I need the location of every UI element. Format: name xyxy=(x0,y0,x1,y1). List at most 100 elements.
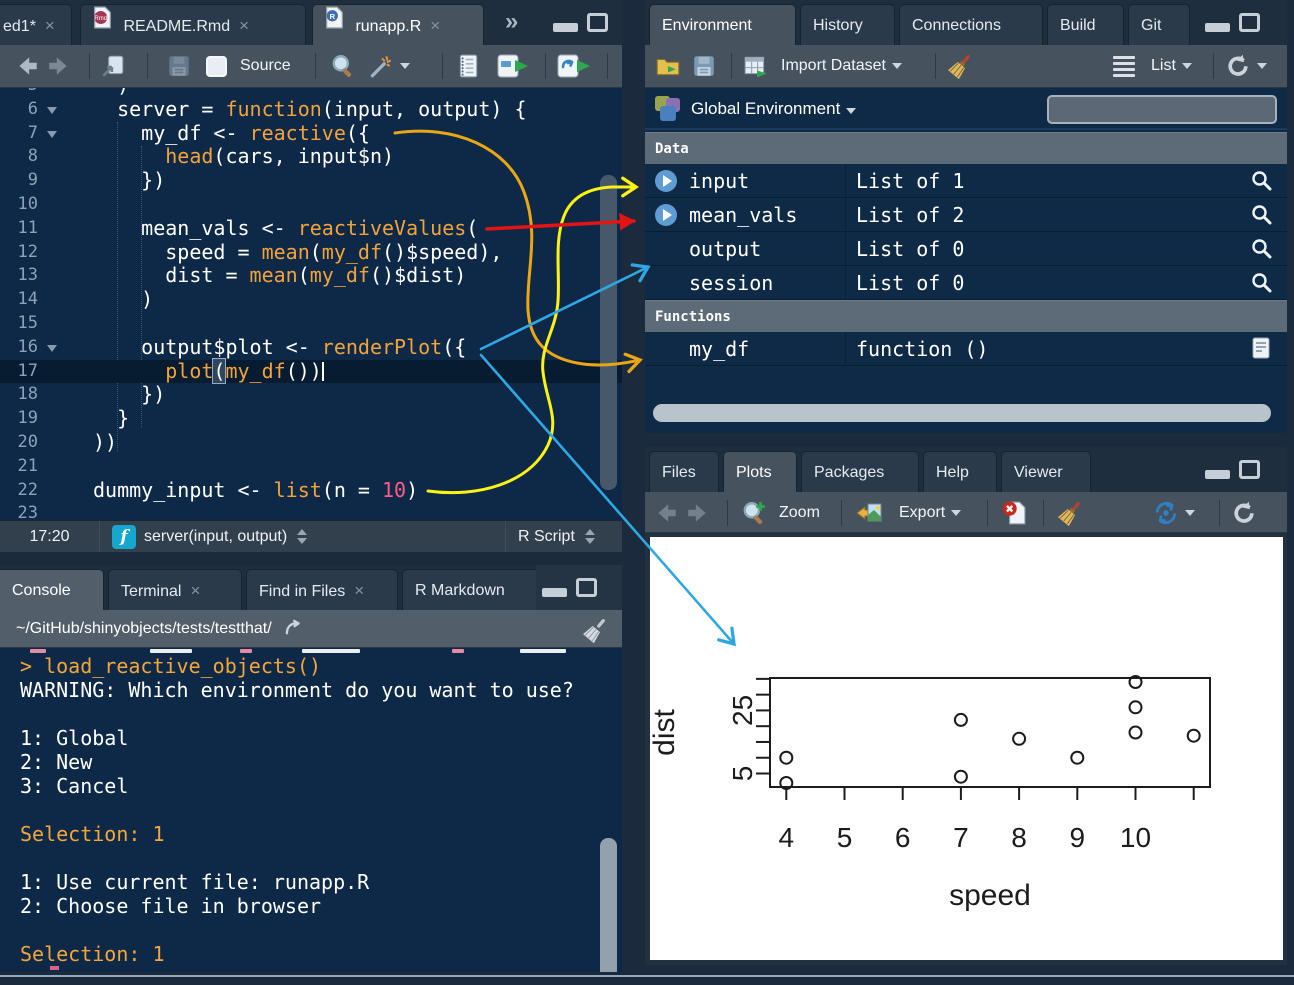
console-scrollbar[interactable] xyxy=(600,838,617,972)
publish-plot-icon[interactable] xyxy=(1153,492,1195,534)
fold-arrow-icon[interactable] xyxy=(47,131,57,143)
tab-overflow-icon[interactable]: » xyxy=(505,8,516,36)
maximize-icon[interactable] xyxy=(587,13,608,32)
zoom-button[interactable]: Zoom xyxy=(773,492,820,534)
code-line-19[interactable]: 19 } xyxy=(0,407,622,431)
clear-environment-broom-icon[interactable] xyxy=(947,45,973,87)
code-line-12[interactable]: 12 speed = mean(my_df()$speed), xyxy=(0,241,622,265)
previous-plot-button[interactable] xyxy=(653,492,679,534)
working-directory-path[interactable]: ~/GitHub/shinyobjects/tests/testthat/ xyxy=(16,620,272,637)
maximize-icon[interactable] xyxy=(1239,460,1260,479)
list-view-icon[interactable] xyxy=(1113,45,1135,87)
tab-help[interactable]: Help xyxy=(923,451,997,492)
tab-ed1[interactable]: ed1*× xyxy=(0,4,72,45)
fold-arrow-icon[interactable] xyxy=(47,107,57,119)
environment-object-row-session[interactable]: sessionList of 0 xyxy=(645,266,1287,300)
import-dataset-table-icon[interactable] xyxy=(743,45,769,87)
environment-scope-selector[interactable]: Global Environment xyxy=(691,88,856,130)
environment-object-row-mean_vals[interactable]: mean_valsList of 2 xyxy=(645,198,1287,232)
close-icon[interactable]: × xyxy=(430,16,440,35)
tab-environment[interactable]: Environment xyxy=(649,4,796,45)
forward-button[interactable] xyxy=(46,45,72,87)
view-mode-selector[interactable]: List xyxy=(1145,45,1192,87)
refresh-environment-icon[interactable] xyxy=(1225,45,1267,87)
code-line-16[interactable]: 16 output$plot <- renderPlot({ xyxy=(0,336,622,360)
compile-notebook-icon[interactable] xyxy=(455,45,481,87)
environment-search-input[interactable] xyxy=(1047,95,1277,124)
close-icon[interactable]: × xyxy=(45,16,55,35)
minimize-icon[interactable] xyxy=(1205,23,1230,32)
inspect-object-icon[interactable] xyxy=(1249,202,1275,228)
code-line-10[interactable]: 10 xyxy=(0,193,622,217)
console-output[interactable]: > load_reactive_objects()WARNING: Which … xyxy=(0,648,622,972)
code-line-11[interactable]: 11 mean_vals <- reactiveValues( xyxy=(0,217,622,241)
dropdown-caret-icon[interactable] xyxy=(1185,510,1195,516)
load-workspace-icon[interactable] xyxy=(655,45,681,87)
inspect-object-icon[interactable] xyxy=(1249,168,1275,194)
export-image-icon[interactable] xyxy=(855,492,883,534)
file-type-selector[interactable]: R Script xyxy=(505,521,622,552)
dropdown-caret-icon[interactable] xyxy=(400,63,410,69)
inspect-object-icon[interactable] xyxy=(1249,236,1275,262)
run-button[interactable] xyxy=(497,45,531,87)
minimize-icon[interactable] xyxy=(542,588,567,597)
back-button[interactable] xyxy=(14,45,40,87)
tab-build[interactable]: Build xyxy=(1047,4,1124,45)
save-button[interactable] xyxy=(166,45,192,87)
tab-console[interactable]: Console xyxy=(0,569,104,610)
code-line-18[interactable]: 18 }) xyxy=(0,383,622,407)
environment-object-row-input[interactable]: inputList of 1 xyxy=(645,164,1287,198)
code-editor[interactable]: 5 )6 server = function(input, output) {7… xyxy=(0,88,622,520)
source-on-save-checkbox[interactable] xyxy=(206,45,227,87)
code-line-15[interactable]: 15 xyxy=(0,312,622,336)
expand-icon[interactable] xyxy=(655,204,677,226)
tab-plots[interactable]: Plots xyxy=(723,451,797,492)
tab-terminal[interactable]: Terminal× xyxy=(108,569,242,610)
maximize-icon[interactable] xyxy=(1239,13,1260,32)
save-workspace-icon[interactable] xyxy=(691,45,717,87)
clear-console-broom-icon[interactable] xyxy=(582,617,608,643)
code-line-14[interactable]: 14 ) xyxy=(0,288,622,312)
close-icon[interactable]: × xyxy=(239,16,249,35)
minimize-icon[interactable] xyxy=(1205,470,1230,479)
zoom-plot-icon[interactable] xyxy=(741,492,767,534)
tab-find-in-files[interactable]: Find in Files× xyxy=(246,569,398,610)
editor-scrollbar[interactable] xyxy=(600,175,617,490)
fold-arrow-icon[interactable] xyxy=(47,345,57,357)
open-in-new-window-button[interactable] xyxy=(100,45,126,87)
minimize-icon[interactable] xyxy=(553,23,578,32)
code-line-7[interactable]: 7 my_df <- reactive({ xyxy=(0,122,622,146)
code-line-21[interactable]: 21 xyxy=(0,455,622,479)
rerun-source-button[interactable] xyxy=(557,45,593,87)
code-line-22[interactable]: 22dummy_input <- list(n = 10) xyxy=(0,479,622,503)
tab-history[interactable]: History xyxy=(800,4,895,45)
tab-viewer[interactable]: Viewer xyxy=(1001,451,1091,492)
environment-object-row-my_df[interactable]: my_dffunction () xyxy=(645,332,1287,366)
environment-horizontal-scrollbar[interactable] xyxy=(653,404,1271,422)
tab-files[interactable]: Files xyxy=(649,451,719,492)
cursor-position[interactable]: 17:20 xyxy=(0,521,100,552)
environment-object-row-output[interactable]: outputList of 0 xyxy=(645,232,1287,266)
inspect-object-icon[interactable] xyxy=(1249,270,1275,296)
code-line-17[interactable]: 17 plot(my_df()) xyxy=(0,360,622,384)
clear-plots-broom-icon[interactable] xyxy=(1057,492,1083,534)
maximize-icon[interactable] xyxy=(576,578,597,597)
code-line-23[interactable]: 23 xyxy=(0,502,622,520)
refresh-plot-icon[interactable] xyxy=(1231,492,1257,534)
remove-plot-icon[interactable] xyxy=(1001,492,1027,534)
code-line-6[interactable]: 6 server = function(input, output) { xyxy=(0,98,622,122)
close-icon[interactable]: × xyxy=(190,581,200,600)
code-line-13[interactable]: 13 dist = mean(my_df()$dist) xyxy=(0,264,622,288)
import-dataset-button[interactable]: Import Dataset xyxy=(775,45,902,87)
export-button[interactable]: Export xyxy=(893,492,961,534)
view-function-source-icon[interactable] xyxy=(1249,336,1275,362)
code-line-8[interactable]: 8 head(cars, input$n) xyxy=(0,145,622,169)
code-line-9[interactable]: 9 }) xyxy=(0,169,622,193)
tab-connections[interactable]: Connections xyxy=(899,4,1043,45)
close-icon[interactable]: × xyxy=(354,581,364,600)
tab-git[interactable]: Git xyxy=(1128,4,1190,45)
code-line-20[interactable]: 20)) xyxy=(0,431,622,455)
function-context-selector[interactable]: server(input, output) xyxy=(144,521,307,552)
tab-readme-rmd[interactable]: Rmd README.Rmd× xyxy=(80,4,306,45)
tab-runapp-r[interactable]: R runapp.R× xyxy=(312,4,484,45)
